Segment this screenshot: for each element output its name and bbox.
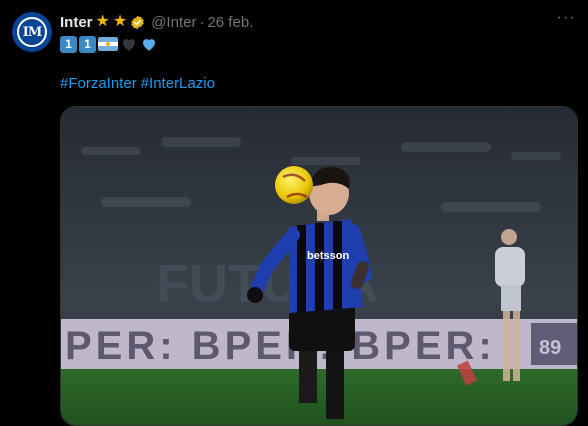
keycap-one-icon: 1 [60, 35, 77, 53]
ad-board-right-text: 89 [539, 337, 561, 359]
star-icon: ★ [95, 13, 110, 30]
black-heart-icon [123, 39, 135, 51]
verified-badge-icon[interactable] [130, 15, 145, 30]
tweet[interactable]: IM Inter ★ ★ @Inter · 26 feb. ··· 1 1 #F… [0, 0, 588, 426]
tweet-text: #ForzaInter #InterLazio [60, 75, 215, 92]
keycap-one-icon: 1 [79, 35, 96, 53]
kit-sponsor-text: betsson [307, 250, 349, 262]
ball [275, 166, 313, 204]
star-icon: ★ [112, 13, 128, 30]
tweet-photo[interactable]: FUTURA PER: BPER: BPER: 89 betsson [60, 106, 578, 426]
argentina-flag-icon [98, 37, 118, 51]
light-blue-heart-icon [143, 39, 155, 51]
author-name[interactable]: Inter [60, 14, 93, 31]
inter-logo-text: IM [22, 24, 43, 40]
hashtag-interlazio[interactable]: #InterLazio [141, 75, 215, 92]
match-photo-image: FUTURA PER: BPER: BPER: 89 betsson [61, 107, 577, 425]
more-options-icon[interactable]: ··· [556, 10, 576, 28]
ad-board-text: PER: BPER: BPER: [65, 324, 496, 368]
inter-logo-icon: IM [17, 17, 47, 47]
tweet-header: Inter ★ ★ @Inter · 26 feb. [60, 12, 253, 32]
author-avatar[interactable]: IM [12, 12, 52, 52]
author-handle[interactable]: @Inter [151, 14, 196, 31]
tweet-date[interactable]: 26 feb. [207, 14, 253, 31]
separator-dot: · [199, 13, 205, 31]
emoji-row: 1 1 [60, 35, 158, 53]
hashtag-forzainter[interactable]: #ForzaInter [60, 75, 137, 92]
